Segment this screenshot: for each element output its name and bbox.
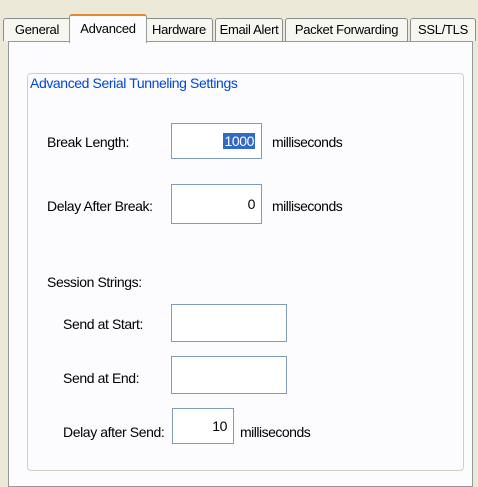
delay-after-break-label: Delay After Break: <box>47 198 153 214</box>
delay-after-break-value: 0 <box>247 196 256 212</box>
break-length-field[interactable]: 1000 <box>171 123 262 159</box>
send-at-start-field[interactable] <box>171 304 287 342</box>
send-at-end-label: Send at End: <box>63 370 140 386</box>
tab-general[interactable]: General <box>3 18 71 41</box>
delay-after-send-field[interactable]: 10 <box>172 408 234 444</box>
tab-hardware[interactable]: Hardware <box>145 18 213 41</box>
group-title: Advanced Serial Tunneling Settings <box>28 75 240 91</box>
session-strings-heading: Session Strings: <box>47 274 142 290</box>
delay-after-break-field[interactable]: 0 <box>171 184 262 224</box>
break-length-value: 1000 <box>223 133 255 149</box>
tab-email-alert[interactable]: Email Alert <box>215 18 283 41</box>
send-at-start-label: Send at Start: <box>63 316 144 332</box>
advanced-tab-panel <box>8 41 473 487</box>
send-at-end-field[interactable] <box>171 356 287 394</box>
delay-after-send-label: Delay after Send: <box>63 424 165 440</box>
tab-advanced[interactable]: Advanced <box>69 14 147 43</box>
tab-strip: General Advanced Hardware Email Alert Pa… <box>0 0 478 43</box>
delay-after-break-unit: milliseconds <box>272 198 343 214</box>
break-length-unit: milliseconds <box>272 134 343 150</box>
tab-ssl-tls[interactable]: SSL/TLS <box>410 18 476 41</box>
tab-packet-forwarding[interactable]: Packet Forwarding <box>285 18 408 41</box>
delay-after-send-unit: milliseconds <box>240 424 311 440</box>
break-length-label: Break Length: <box>47 134 129 150</box>
delay-after-send-value: 10 <box>212 418 227 434</box>
